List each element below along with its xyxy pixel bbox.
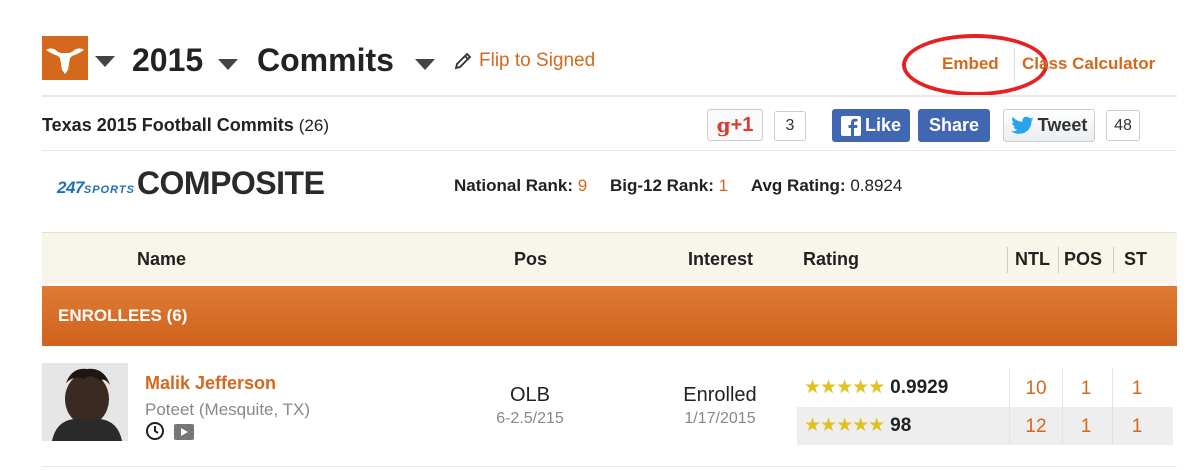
player-school: Poteet (Mesquite, TX) <box>145 400 311 419</box>
composite-rating: ★★★★★ 0.9929 <box>804 376 948 399</box>
composite-pos-rank[interactable]: 1 <box>1061 378 1111 400</box>
composite-rating-value: 0.9929 <box>890 376 949 398</box>
conf-rank-label: Big-12 Rank: <box>609 176 714 195</box>
clock-icon[interactable] <box>145 421 165 446</box>
gplus-label: +1 <box>730 113 754 136</box>
composite-ntl-rank[interactable]: 10 <box>1011 378 1061 400</box>
flip-to-signed-link[interactable]: Flip to Signed <box>453 50 595 72</box>
col-interest[interactable]: Interest <box>688 249 753 270</box>
table-header: Name Pos Interest Rating NTL POS ST <box>42 232 1177 284</box>
longhorn-icon <box>46 48 84 74</box>
section-label: ENROLLEES (6) <box>58 306 188 325</box>
gplus-count: 3 <box>774 111 806 141</box>
type-selector[interactable]: Commits <box>257 42 394 79</box>
facebook-share-button[interactable]: Share <box>918 109 990 142</box>
logo-247: 247SPORTS <box>57 178 135 197</box>
tweet-count: 48 <box>1106 110 1140 141</box>
rank-divider <box>1009 368 1010 445</box>
col-ntl[interactable]: NTL <box>1015 249 1050 270</box>
type-dropdown-caret-icon[interactable] <box>415 59 435 70</box>
avg-rating-value: 0.8924 <box>850 176 903 195</box>
player-position: OLB <box>509 384 551 406</box>
facebook-icon <box>840 115 861 136</box>
logo-composite: COMPOSITE <box>136 165 325 201</box>
title-rule <box>42 150 1177 151</box>
tweet-button[interactable]: Tweet <box>1003 109 1095 142</box>
conf-rank-value: 1 <box>718 176 729 195</box>
star-rating-icon: ★★★★★ <box>804 415 885 436</box>
col-st[interactable]: ST <box>1124 249 1147 270</box>
national-rank-value: 9 <box>577 176 588 195</box>
247sports-rating: ★★★★★ 98 <box>804 414 911 437</box>
header-divider <box>1014 48 1015 82</box>
col-pos[interactable]: Pos <box>514 249 547 270</box>
header-rule <box>42 95 1177 97</box>
video-icon[interactable] <box>174 424 194 445</box>
section-header-enrollees: ENROLLEES (6) <box>42 286 1177 346</box>
team-logo[interactable] <box>42 36 88 80</box>
team-dropdown-caret-icon[interactable] <box>95 56 115 67</box>
commit-count: (26) <box>298 116 329 135</box>
page-title: Texas 2015 Football Commits (26) <box>42 115 329 136</box>
tweet-label: Tweet <box>1037 115 1088 135</box>
player-status-date: 1/17/2015 <box>684 410 756 427</box>
gplus-button[interactable]: g +1 <box>707 109 763 141</box>
sports-ntl-rank[interactable]: 12 <box>1011 416 1061 438</box>
sports-rating-value: 98 <box>890 414 912 436</box>
year-selector[interactable]: 2015 <box>132 42 203 79</box>
sports-st-rank[interactable]: 1 <box>1112 416 1162 438</box>
facebook-like-button[interactable]: Like <box>832 109 910 142</box>
national-rank-label: National Rank: <box>454 176 574 195</box>
col-rating[interactable]: Rating <box>803 249 859 270</box>
avg-rating-label: Avg Rating: <box>750 176 846 195</box>
player-measurements: 6-2.5/215 <box>496 410 564 427</box>
header-divider <box>1007 247 1008 273</box>
247-composite-logo: 247SPORTS COMPOSITE <box>57 165 325 201</box>
twitter-bird-icon <box>1010 116 1034 134</box>
player-photo[interactable] <box>42 363 128 441</box>
year-dropdown-caret-icon[interactable] <box>218 59 238 70</box>
player-photo-image <box>42 363 128 441</box>
row-rule <box>42 466 1177 467</box>
sports-pos-rank[interactable]: 1 <box>1061 416 1111 438</box>
composite-stats: National Rank: 9 Big-12 Rank: 1 Avg Rati… <box>454 176 902 196</box>
header-divider <box>1113 247 1114 273</box>
page-title-text: Texas 2015 Football Commits <box>42 115 294 135</box>
class-calculator-link[interactable]: Class Calculator <box>1022 54 1155 74</box>
pencil-icon <box>454 52 472 70</box>
facebook-like-label: Like <box>864 115 902 135</box>
star-rating-icon: ★★★★★ <box>804 377 885 398</box>
col-pos-rank[interactable]: POS <box>1064 249 1102 270</box>
flip-to-signed-label: Flip to Signed <box>479 50 596 71</box>
player-name-link[interactable]: Malik Jefferson <box>145 373 276 394</box>
player-status: Enrolled <box>683 384 757 406</box>
composite-st-rank[interactable]: 1 <box>1112 378 1162 400</box>
gplus-icon: g <box>716 113 731 137</box>
header-divider <box>1058 247 1059 273</box>
col-name[interactable]: Name <box>137 249 186 270</box>
